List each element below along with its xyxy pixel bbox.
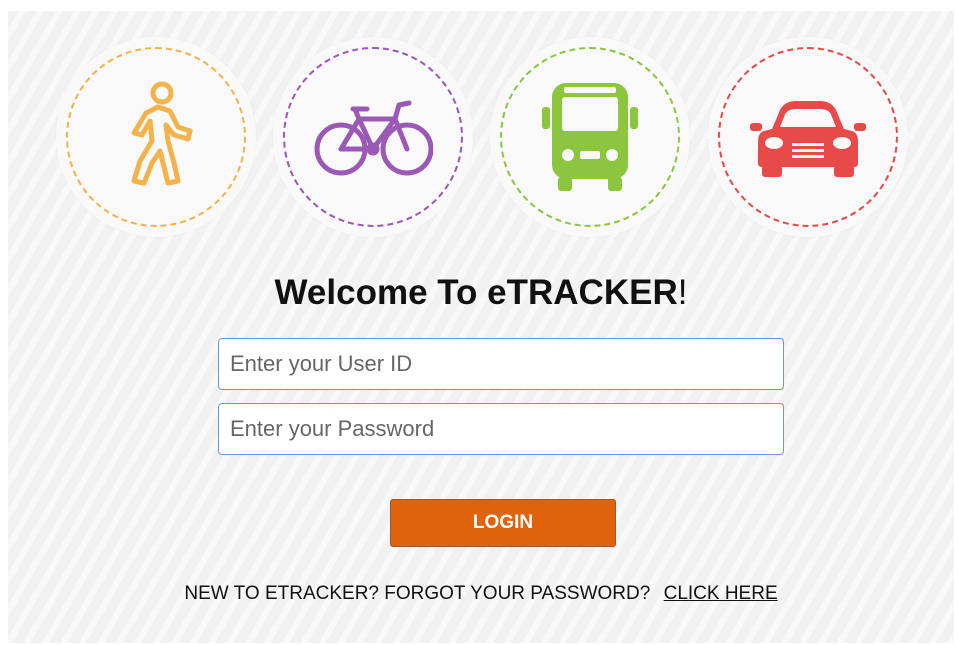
page-title-exclamation: !: [677, 273, 688, 312]
page-title-text: Welcome To eTRACKER: [274, 273, 678, 312]
login-button[interactable]: LOGIN: [390, 499, 616, 547]
walk-mode-badge: [56, 37, 256, 237]
bus-mode-badge: [490, 37, 690, 237]
login-panel: Welcome To eTRACKER! LOGIN NEW TO ETRACK…: [8, 11, 954, 643]
bus-icon: [542, 83, 638, 191]
footer-help: NEW TO ETRACKER? FORGOT YOUR PASSWORD? C…: [8, 583, 954, 605]
bicycle-mode-badge: [273, 37, 473, 237]
footer-prompt: NEW TO ETRACKER? FORGOT YOUR PASSWORD?: [184, 583, 651, 604]
userid-input[interactable]: [218, 338, 784, 390]
bicycle-icon: [314, 100, 433, 176]
password-input[interactable]: [218, 403, 784, 455]
walk-icon: [131, 81, 193, 186]
click-here-link[interactable]: CLICK HERE: [664, 583, 778, 604]
car-icon: [750, 101, 866, 177]
page-title: Welcome To eTRACKER!: [8, 273, 954, 313]
car-mode-badge: [708, 37, 908, 237]
